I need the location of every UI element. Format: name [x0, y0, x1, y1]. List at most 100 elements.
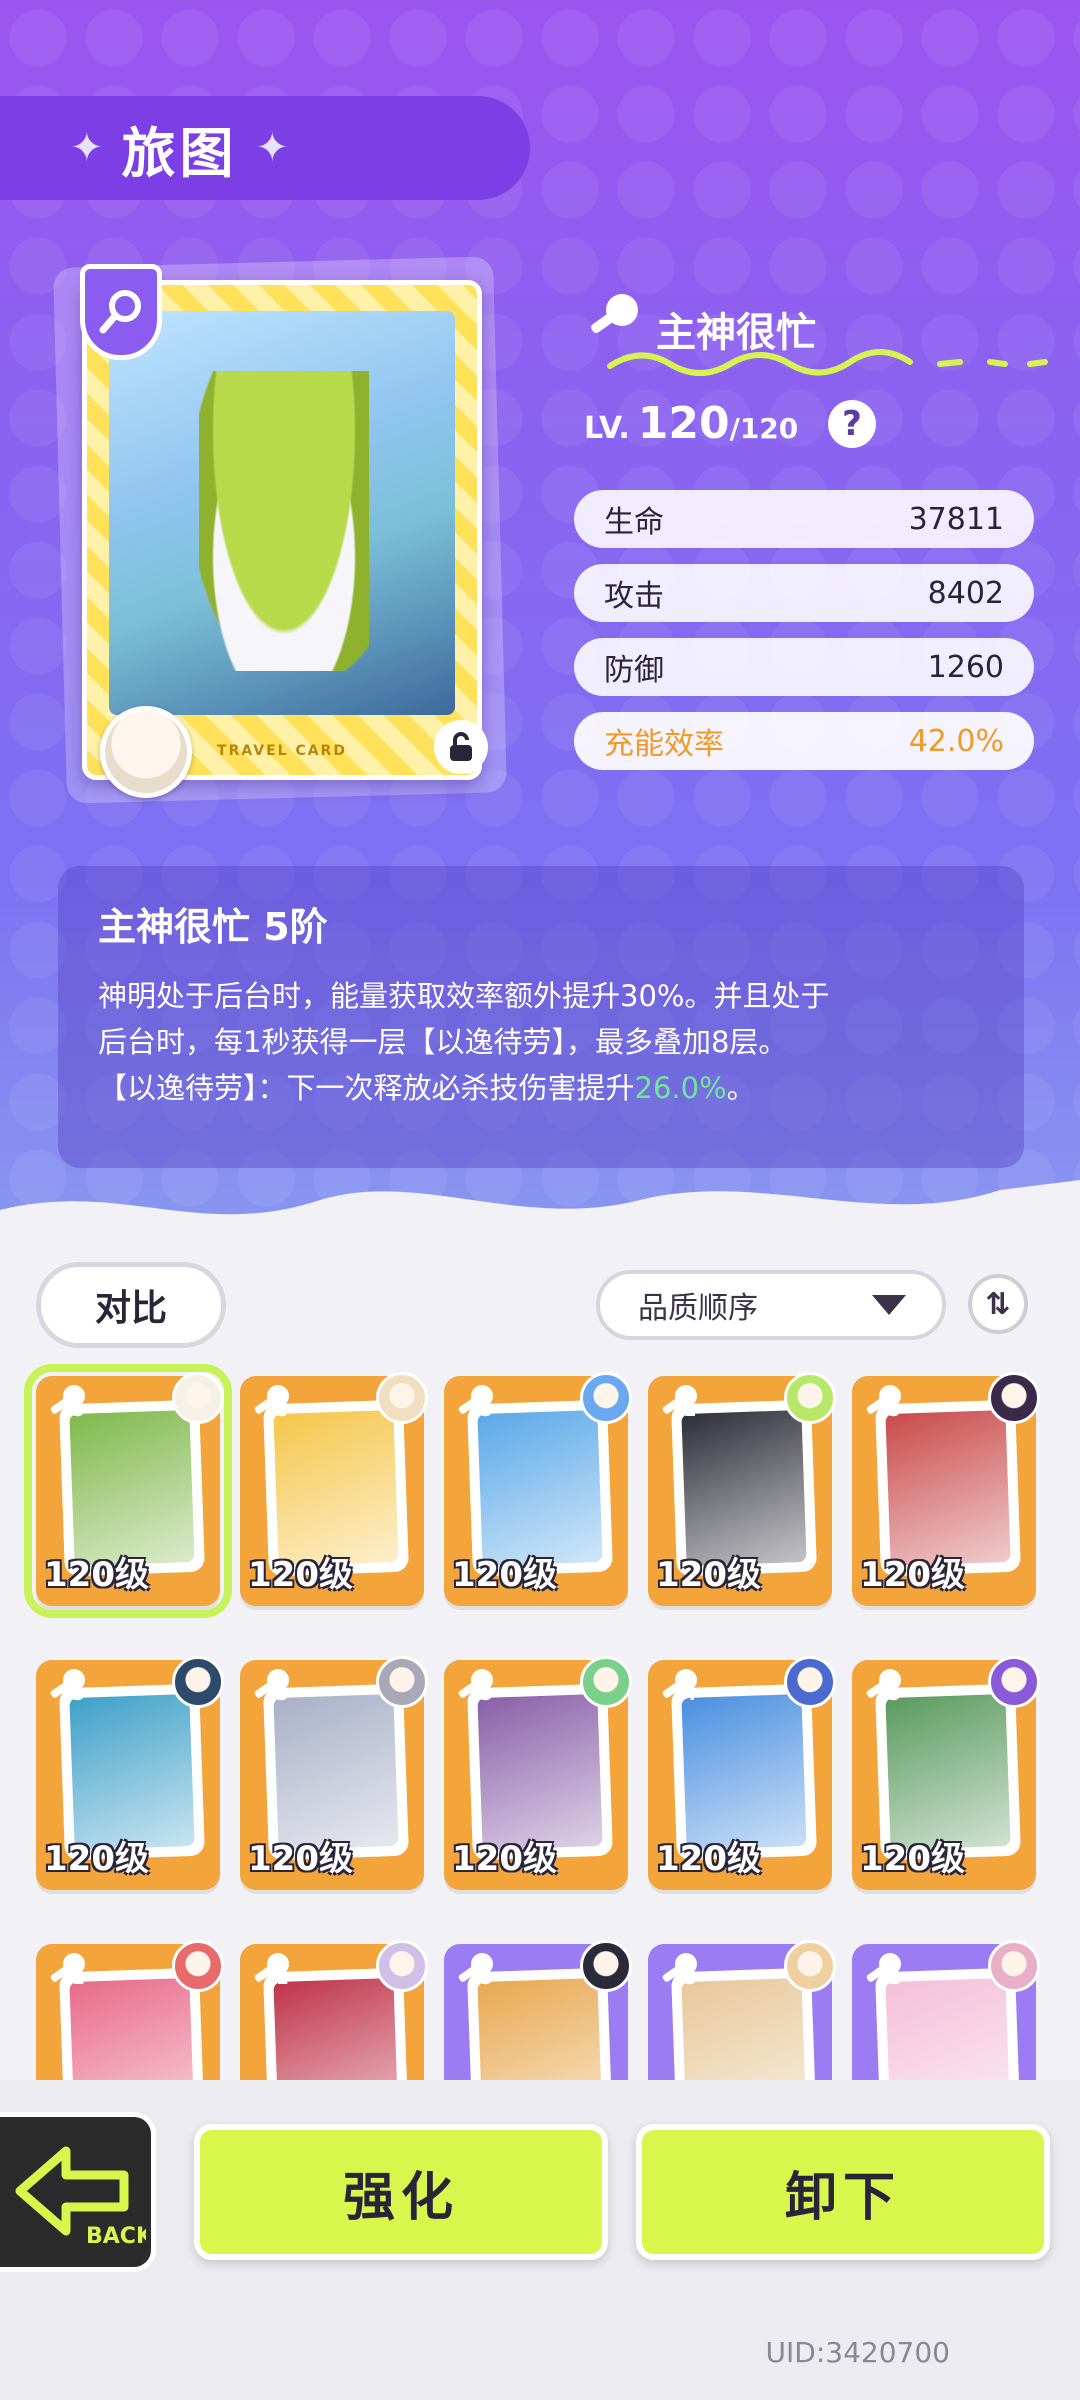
key-icon: 5	[862, 1382, 908, 1430]
skill-highlight-value: 26.0%	[634, 1071, 727, 1105]
grid-card-item[interactable]: 4 120级	[648, 1656, 836, 1890]
card-rank: 2	[684, 1400, 697, 1421]
paint-splash	[0, 1180, 1080, 1250]
character-avatar	[376, 1656, 428, 1708]
character-avatar	[784, 1940, 836, 1992]
card-level: 120级	[656, 1555, 761, 1595]
card-rank: 4	[684, 1684, 697, 1705]
card-level: 120级	[44, 1839, 149, 1879]
card-thumbnail-art	[885, 1693, 1011, 1851]
skill-text: 【以逸待劳】：下一次释放必杀技伤害提升	[98, 1071, 635, 1105]
user-id: UID:3420700	[765, 2336, 950, 2369]
card-rank: 1	[276, 1968, 289, 1989]
card-thumbnail-art	[69, 1693, 195, 1851]
character-avatar	[988, 1372, 1040, 1424]
card-rank: 5	[888, 1684, 901, 1705]
back-label: BACK	[86, 2224, 146, 2249]
card-rank: 5	[888, 1400, 901, 1421]
card-rank: 5	[480, 1684, 493, 1705]
stat-value: 8402	[927, 575, 1004, 611]
sort-selected-value: 品质顺序	[638, 1291, 758, 1326]
character-figure	[199, 371, 369, 671]
enhance-button[interactable]: 强化	[194, 2124, 608, 2260]
card-level: 120级	[248, 1839, 353, 1879]
back-button[interactable]: BACK	[0, 2112, 156, 2272]
key-icon: 5	[46, 1382, 92, 1430]
character-avatar	[580, 1372, 632, 1424]
unequip-button[interactable]: 卸下	[636, 2124, 1050, 2260]
lock-glyph	[450, 732, 472, 761]
grid-card-item[interactable]: 5 120级	[24, 1364, 232, 1618]
card-rank: 5	[684, 1968, 697, 1989]
grid-card-item[interactable]: 5 120级	[240, 1656, 428, 1890]
card-rank: 1	[888, 1968, 901, 1989]
character-avatar	[100, 706, 192, 798]
key-icon: 5	[658, 1950, 704, 1998]
card-thumbnail-art	[273, 1693, 399, 1851]
sparkle-icon: ✦	[255, 125, 290, 171]
level-display: LV. 120 /120	[584, 398, 798, 449]
stat-label: 防御	[604, 653, 664, 688]
card-rank: 1	[72, 1968, 85, 1989]
key-icon: 5	[454, 1666, 500, 1714]
stat-value: 42.0%	[908, 723, 1004, 759]
key-icon: 2	[658, 1382, 704, 1430]
sort-order-icon[interactable]: ⇅	[968, 1274, 1028, 1334]
stat-label: 生命	[604, 505, 664, 540]
card-thumbnail-art	[681, 1693, 807, 1851]
card-rank: 5	[276, 1400, 289, 1421]
key-icon: 5	[862, 1666, 908, 1714]
card-level: 120级	[656, 1839, 761, 1879]
stat-attack: 攻击 8402	[574, 564, 1034, 622]
page-title: 旅图	[121, 121, 238, 185]
card-rank: 5	[480, 1400, 493, 1421]
grid-card-item[interactable]: 5 120级	[36, 1656, 224, 1890]
card-artwork	[109, 311, 455, 715]
character-avatar	[580, 1656, 632, 1708]
key-icon: 5	[250, 1382, 296, 1430]
grid-card-item[interactable]: 5 120级	[444, 1656, 632, 1890]
grid-card-item[interactable]: 5 120级	[852, 1656, 1040, 1890]
skill-text-line: 后台时，每1秒获得一层【以逸待劳】，最多叠加8层。	[98, 1025, 788, 1059]
stat-label: 攻击	[604, 579, 664, 614]
grid-card-item[interactable]: 5 120级	[852, 1372, 1040, 1606]
stat-energy-recharge: 充能效率 42.0%	[574, 712, 1034, 770]
character-avatar	[784, 1656, 836, 1708]
travel-card[interactable]: TRAVEL CARD	[82, 280, 482, 780]
card-level: 120级	[248, 1555, 353, 1595]
key-icon: 1	[46, 1950, 92, 1998]
magnifier-icon[interactable]	[80, 264, 162, 360]
grid-card-item[interactable]: 1	[240, 1940, 428, 2080]
key-icon: 1	[250, 1950, 296, 1998]
skill-text: 。	[726, 1071, 756, 1105]
grid-card-item[interactable]: 1	[36, 1940, 224, 2080]
card-rank: 5	[480, 1968, 493, 1989]
card-thumbnail-art	[273, 1409, 399, 1567]
sort-dropdown[interactable]: 品质顺序	[596, 1270, 946, 1340]
grid-card-item[interactable]: 1	[852, 1940, 1040, 2080]
card-level: 120级	[452, 1839, 557, 1879]
card-level: 120级	[44, 1555, 149, 1595]
character-avatar	[172, 1372, 224, 1424]
card-level: 120级	[860, 1839, 965, 1879]
card-thumbnail-art	[477, 1409, 603, 1567]
lock-icon[interactable]	[434, 720, 488, 774]
stat-defense: 防御 1260	[574, 638, 1034, 696]
compare-button[interactable]: 对比	[36, 1262, 226, 1348]
help-icon[interactable]: ?	[828, 400, 876, 448]
card-rank: 5	[72, 1684, 85, 1705]
grid-card-item[interactable]: 5	[444, 1940, 632, 2080]
grid-card-item[interactable]: 5 120级	[444, 1372, 632, 1606]
key-icon: 5	[46, 1666, 92, 1714]
level-max: /120	[729, 412, 799, 445]
skill-description-panel: 主神很忙 5阶 神明处于后台时，能量获取效率额外提升30%。并且处于 后台时，每…	[58, 866, 1024, 1168]
grid-card-item[interactable]: 5 120级	[240, 1372, 428, 1606]
stat-value: 37811	[908, 501, 1004, 537]
grid-card-item[interactable]: 2 120级	[648, 1372, 836, 1606]
grid-card-item[interactable]: 5	[648, 1940, 836, 2080]
card-grid: 5 120级 5 120级 5 120级 2 120级 5 120级 5 120级 5 120级 5 120级…	[0, 1360, 1080, 2080]
stat-hp: 生命 37811	[574, 490, 1034, 548]
character-avatar	[580, 1940, 632, 1992]
decorative-squiggle	[607, 349, 1048, 376]
character-avatar	[376, 1372, 428, 1424]
